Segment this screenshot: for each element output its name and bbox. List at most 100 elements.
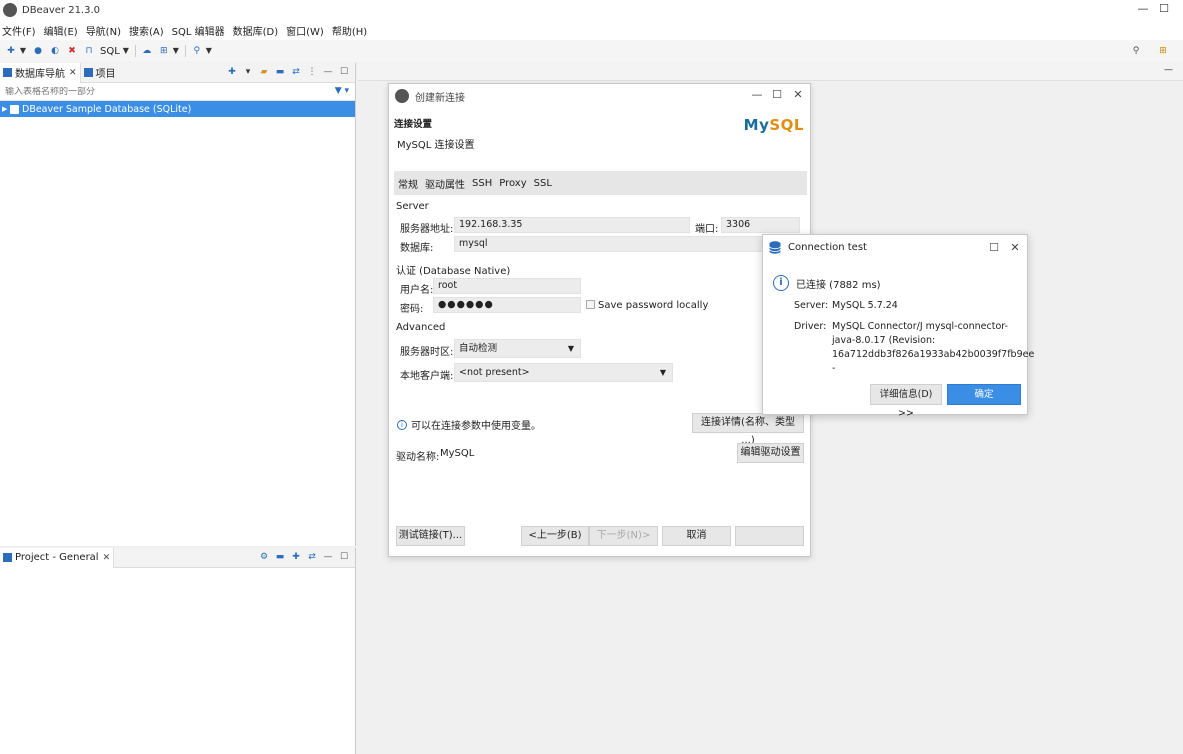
finish-button[interactable] bbox=[735, 526, 804, 546]
database-icon bbox=[769, 241, 781, 254]
tab-driver-properties[interactable]: 驱动属性 bbox=[422, 176, 468, 191]
collapse-icon[interactable]: ▬ bbox=[275, 67, 285, 77]
menu-navigate[interactable]: 导航(N) bbox=[84, 23, 124, 38]
disconnect-icon[interactable]: ◐ bbox=[49, 45, 61, 57]
username-field[interactable]: root bbox=[433, 278, 581, 294]
maximize-icon[interactable]: ☐ bbox=[770, 88, 784, 101]
rollback-icon[interactable]: ✖ bbox=[66, 45, 78, 57]
minimize-icon[interactable]: — bbox=[1136, 2, 1150, 15]
table-filter-input[interactable] bbox=[5, 86, 305, 97]
timezone-select[interactable]: 自动检测 ▼ bbox=[454, 339, 581, 358]
close-icon[interactable]: ✕ bbox=[791, 88, 805, 101]
new-connection-icon[interactable]: ✚ bbox=[227, 67, 237, 77]
popup-title: Connection test bbox=[788, 242, 867, 253]
menu-help[interactable]: 帮助(H) bbox=[330, 23, 370, 38]
maximize-icon[interactable]: ☐ bbox=[339, 552, 349, 562]
back-button[interactable]: <上一步(B) bbox=[521, 526, 589, 546]
tab-label: 数据库导航 bbox=[15, 69, 65, 80]
menu-file[interactable]: 文件(F) bbox=[0, 23, 39, 38]
close-icon[interactable]: ✕ bbox=[69, 68, 77, 78]
link-icon[interactable]: ⇄ bbox=[307, 552, 317, 562]
test-connection-button[interactable]: 测试链接(T)... bbox=[396, 526, 465, 546]
transaction-icon[interactable]: ⊞ bbox=[158, 45, 170, 57]
close-icon[interactable]: ✕ bbox=[1008, 241, 1022, 254]
minimize-icon[interactable]: — bbox=[1164, 65, 1173, 75]
toolbar-separator bbox=[184, 45, 186, 57]
dbeaver-logo-icon bbox=[395, 89, 409, 103]
chevron-down-icon[interactable]: ▼ bbox=[19, 45, 27, 57]
filter-icon[interactable]: ▼ ▾ bbox=[335, 86, 349, 96]
driver-label: Driver: bbox=[794, 321, 827, 332]
sql-editor-button[interactable]: SQL bbox=[100, 46, 120, 57]
maximize-icon[interactable]: ☐ bbox=[1157, 2, 1171, 15]
connect-icon[interactable]: ● bbox=[32, 45, 44, 57]
tab-project-general[interactable]: Project - General ✕ bbox=[0, 547, 115, 568]
gear-icon[interactable]: ⚙ bbox=[259, 552, 269, 562]
collapse-icon[interactable]: ▬ bbox=[275, 552, 285, 562]
header-title: 连接设置 bbox=[394, 119, 433, 130]
mysql-logo: MySQL bbox=[743, 116, 804, 134]
close-icon[interactable]: ✕ bbox=[103, 553, 111, 563]
search-icon[interactable]: ⚲ bbox=[191, 45, 203, 57]
navigator-tabs: 数据库导航 ✕ 项目 ✚ ▾ ▰ ▬ ⇄ ⋮ — ☐ bbox=[0, 62, 355, 83]
new-connection-icon[interactable]: ✚ bbox=[5, 45, 17, 57]
details-button[interactable]: 详细信息(D) >> bbox=[870, 384, 942, 419]
chevron-down-icon[interactable]: ▼ bbox=[205, 45, 213, 57]
expand-arrow-icon[interactable]: ▶ bbox=[2, 105, 10, 113]
port-field[interactable]: 3306 bbox=[721, 217, 800, 233]
server-section-label: Server bbox=[396, 201, 429, 212]
perspective-icon[interactable]: ⊞ bbox=[1157, 45, 1169, 57]
menu-sql-editor[interactable]: SQL 编辑器 bbox=[170, 23, 228, 38]
connection-details-button[interactable]: 连接详情(名称、类型 ...) bbox=[692, 413, 804, 446]
save-password-checkbox[interactable] bbox=[586, 300, 595, 309]
minimize-icon[interactable]: — bbox=[323, 552, 333, 562]
menu-search[interactable]: 搜索(A) bbox=[127, 23, 167, 38]
tab-proxy[interactable]: Proxy bbox=[496, 178, 529, 189]
tab-projects[interactable]: 项目 bbox=[81, 63, 119, 83]
tab-ssl[interactable]: SSL bbox=[531, 178, 555, 189]
cloud-icon[interactable]: ☁ bbox=[141, 45, 153, 57]
tree-item[interactable]: ▶ DBeaver Sample Database (SQLite) bbox=[0, 101, 355, 117]
tab-ssh[interactable]: SSH bbox=[469, 178, 495, 189]
password-field[interactable]: ●●●●●● bbox=[433, 297, 581, 313]
search-icon[interactable]: ⚲ bbox=[1130, 45, 1142, 57]
project-tools: ⚙ ▬ ✚ ⇄ — ☐ bbox=[259, 552, 349, 562]
navigator-tools: ✚ ▾ ▰ ▬ ⇄ ⋮ — ☐ bbox=[227, 67, 349, 77]
link-icon[interactable]: ⇄ bbox=[291, 67, 301, 77]
chevron-down-icon[interactable]: ▼ bbox=[172, 45, 180, 57]
local-client-select[interactable]: <not present> ▼ bbox=[454, 363, 673, 382]
commit-icon[interactable]: ⊓ bbox=[83, 45, 95, 57]
username-label: 用户名: bbox=[400, 285, 434, 296]
database-field[interactable]: mysql bbox=[454, 236, 764, 252]
project-icon bbox=[83, 68, 93, 77]
minimize-icon[interactable]: — bbox=[323, 67, 333, 77]
minimize-icon[interactable]: — bbox=[750, 88, 764, 101]
ok-button[interactable]: 确定 bbox=[947, 384, 1021, 405]
host-field[interactable]: 192.168.3.35 bbox=[454, 217, 690, 233]
menu-window[interactable]: 窗口(W) bbox=[284, 23, 327, 38]
maximize-icon[interactable]: ☐ bbox=[987, 241, 1001, 254]
chevron-down-icon[interactable]: ▼ bbox=[122, 45, 130, 57]
driver-value: MySQL Connector/J mysql-connector-java-8… bbox=[832, 321, 1035, 374]
create-connection-dialog: 创建新连接 — ☐ ✕ 连接设置 MySQL 连接设置 MySQL 常规 驱动属… bbox=[388, 83, 811, 557]
driver-name-value: MySQL bbox=[440, 448, 475, 459]
password-label: 密码: bbox=[400, 304, 424, 315]
local-client-value: <not present> bbox=[459, 367, 530, 378]
chevron-down-icon: ▼ bbox=[659, 368, 666, 377]
server-label: Server: bbox=[794, 300, 829, 311]
chevron-down-icon: ▼ bbox=[567, 344, 574, 353]
chevron-down-icon[interactable]: ▾ bbox=[243, 67, 253, 77]
tab-general[interactable]: 常规 bbox=[395, 176, 421, 191]
tab-database-navigator[interactable]: 数据库导航 ✕ bbox=[0, 62, 81, 83]
menu-database[interactable]: 数据库(D) bbox=[231, 23, 282, 38]
cancel-button[interactable]: 取消 bbox=[662, 526, 731, 546]
folder-icon[interactable]: ▰ bbox=[259, 67, 269, 77]
editor-tabbar: — bbox=[358, 63, 1183, 81]
edit-driver-button[interactable]: 编辑驱动设置 bbox=[737, 443, 804, 463]
view-menu-icon[interactable]: ⋮ bbox=[307, 67, 317, 77]
variables-hint-text: 可以在连接参数中使用变量。 bbox=[411, 421, 541, 432]
menu-edit[interactable]: 编辑(E) bbox=[42, 23, 81, 38]
maximize-icon[interactable]: ☐ bbox=[339, 67, 349, 77]
add-icon[interactable]: ✚ bbox=[291, 552, 301, 562]
next-button[interactable]: 下一步(N)> bbox=[589, 526, 658, 546]
